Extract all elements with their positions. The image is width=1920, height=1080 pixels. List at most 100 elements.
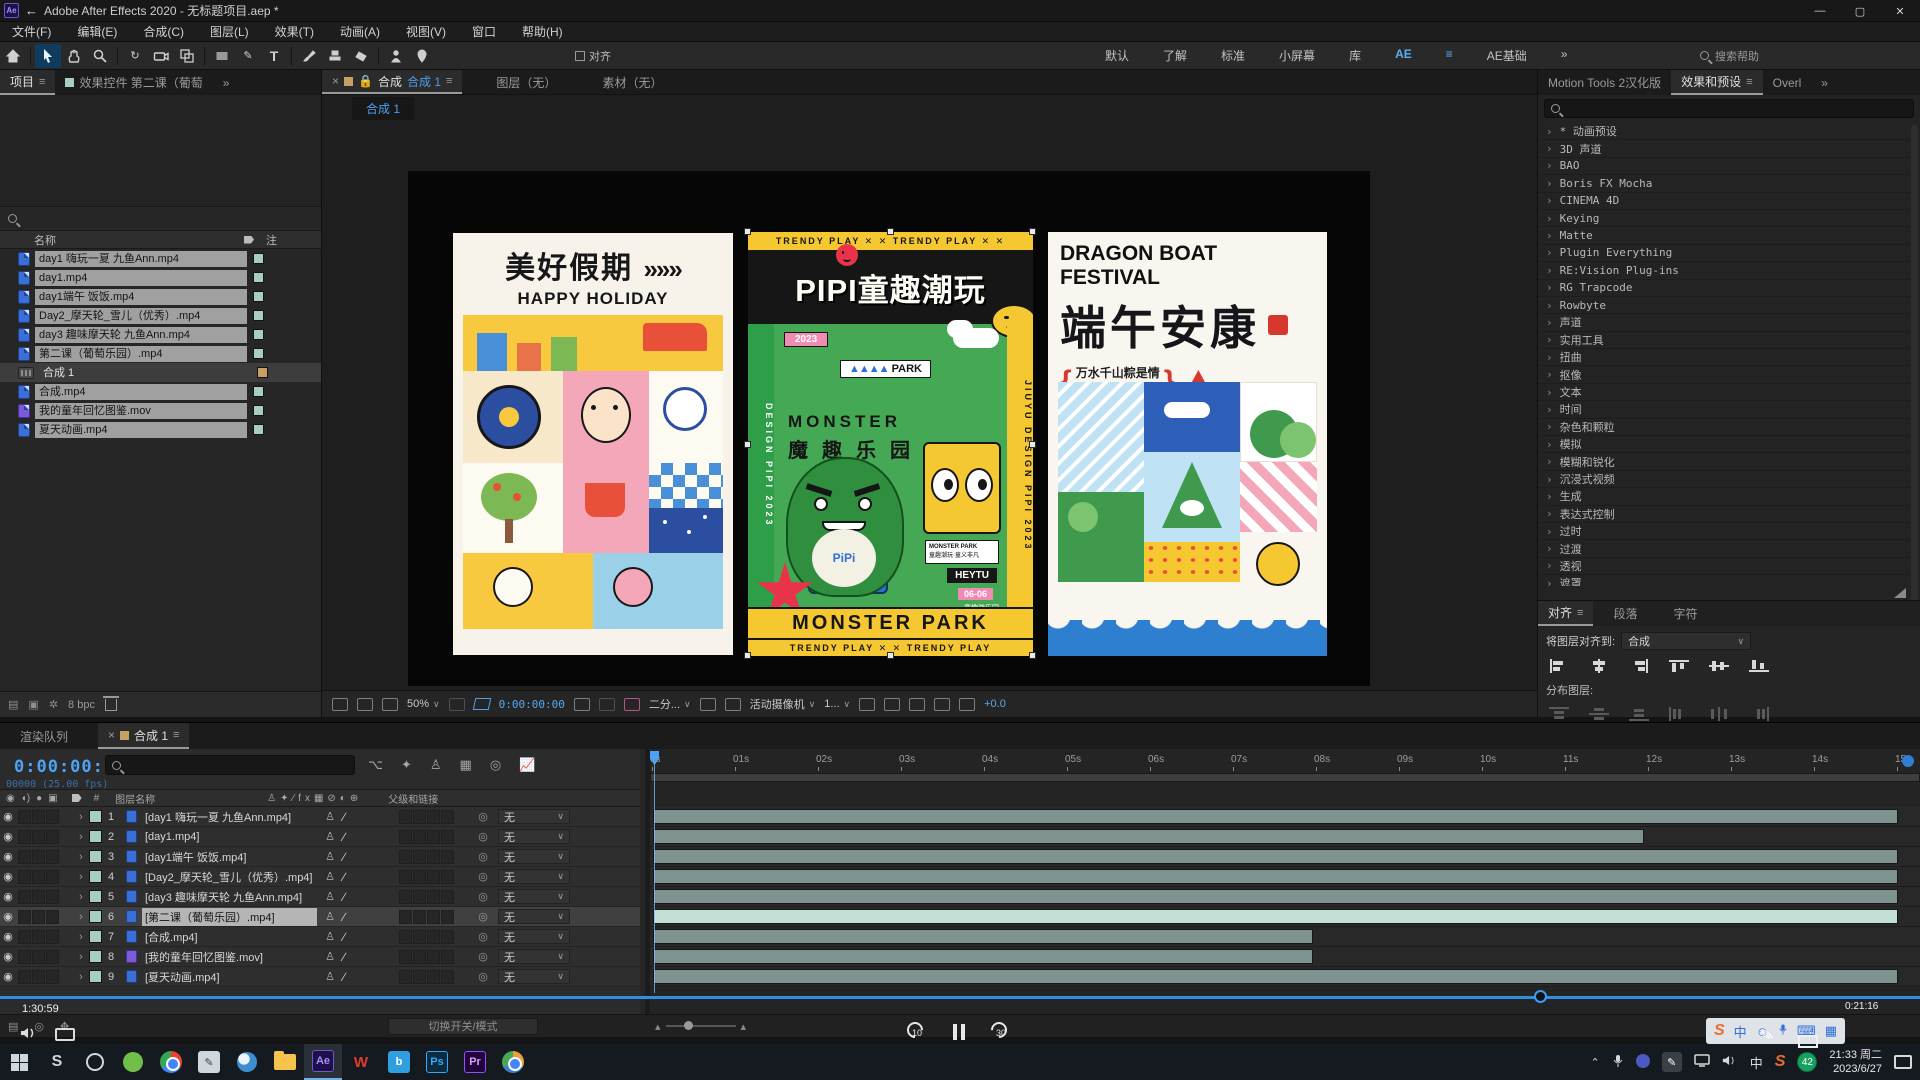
- shape-tool-icon[interactable]: [209, 44, 235, 68]
- eye-icon[interactable]: ◉: [0, 950, 16, 963]
- effect-category-row[interactable]: › CINEMA 4D: [1538, 193, 1910, 210]
- eye-icon[interactable]: ◉: [0, 930, 16, 943]
- selection-handle[interactable]: [887, 228, 894, 235]
- project-item-row[interactable]: day1端午 饭饭.mp4: [0, 287, 321, 306]
- layer-label-swatch[interactable]: [89, 850, 102, 863]
- start-button[interactable]: [0, 1044, 38, 1080]
- channels-icon[interactable]: [624, 698, 640, 711]
- expand-caret-icon[interactable]: ›: [73, 831, 89, 843]
- selection-handle[interactable]: [887, 652, 894, 659]
- close-button[interactable]: ✕: [1880, 0, 1920, 22]
- distribute-bottom-button[interactable]: [1628, 706, 1650, 722]
- scrollbar[interactable]: [1911, 125, 1918, 625]
- taskbar-sogou-icon[interactable]: S: [38, 1044, 76, 1080]
- eye-icon[interactable]: ◉: [0, 890, 16, 903]
- selection-handle[interactable]: [744, 441, 751, 448]
- chevron-right-icon[interactable]: ›: [1546, 455, 1553, 468]
- effect-category-row[interactable]: › RE:Vision Plug-ins: [1538, 262, 1910, 279]
- project-bit-depth[interactable]: 8 bpc: [68, 699, 95, 711]
- effect-category-row[interactable]: › Boris FX Mocha: [1538, 175, 1910, 192]
- chevron-right-icon[interactable]: ›: [1546, 333, 1553, 346]
- align-to-dropdown[interactable]: 合成∨: [1621, 632, 1751, 650]
- pick-whip-icon[interactable]: ◎: [468, 850, 498, 863]
- chevron-right-icon[interactable]: ›: [1546, 403, 1553, 416]
- player-volume-icon[interactable]: [20, 1026, 38, 1043]
- chevron-right-icon[interactable]: ›: [1546, 142, 1553, 155]
- chevron-right-icon[interactable]: ›: [1546, 264, 1553, 277]
- pick-whip-icon[interactable]: ◎: [468, 910, 498, 923]
- chevron-right-icon[interactable]: ›: [1546, 386, 1553, 399]
- eye-icon[interactable]: ◉: [0, 850, 16, 863]
- effect-category-row[interactable]: › 扭曲: [1538, 349, 1910, 366]
- chevron-right-icon[interactable]: ›: [1546, 281, 1553, 294]
- tray-mic-icon[interactable]: [1612, 1054, 1624, 1071]
- minimize-button[interactable]: —: [1800, 0, 1840, 22]
- player-subtitle-icon[interactable]: [55, 1028, 75, 1041]
- shy-switch-icon[interactable]: ♙: [317, 930, 343, 943]
- effect-category-row[interactable]: › 实用工具: [1538, 332, 1910, 349]
- effect-category-row[interactable]: › Plugin Everything: [1538, 245, 1910, 262]
- project-item-row[interactable]: 我的童年回忆图鉴.mov: [0, 401, 321, 420]
- composition-mini-flowchart-icon[interactable]: ⌥: [368, 757, 383, 773]
- layer-duration-bar[interactable]: [653, 849, 1898, 864]
- shy-switch-icon[interactable]: ♙: [317, 850, 343, 863]
- parent-dropdown[interactable]: 无∨: [498, 889, 570, 904]
- pick-whip-icon[interactable]: ◎: [468, 810, 498, 823]
- menu-item[interactable]: 文件(F): [12, 23, 51, 40]
- taskbar-explorer-icon[interactable]: [266, 1044, 304, 1080]
- pick-whip-icon[interactable]: ◎: [468, 970, 498, 983]
- expand-caret-icon[interactable]: ›: [73, 911, 89, 923]
- tab-overflow-icon[interactable]: »: [1811, 70, 1838, 95]
- layer-duration-lane[interactable]: [650, 947, 1920, 967]
- parent-dropdown[interactable]: 无∨: [498, 869, 570, 884]
- layer-name[interactable]: [Day2_摩天轮_雪儿（优秀）.mp4]: [142, 868, 317, 886]
- shy-switch-icon[interactable]: ♙: [317, 950, 343, 963]
- layer-label-swatch[interactable]: [89, 870, 102, 883]
- layer-duration-bar[interactable]: [653, 809, 1898, 824]
- layer-duration-lane[interactable]: [650, 907, 1920, 927]
- selection-handle[interactable]: [744, 652, 751, 659]
- chevron-right-icon[interactable]: ›: [1546, 316, 1553, 329]
- menu-item[interactable]: 编辑(E): [77, 23, 117, 40]
- label-swatch[interactable]: [253, 291, 264, 302]
- tray-expand-icon[interactable]: ⌃: [1591, 1056, 1600, 1069]
- layer-duration-lane[interactable]: [650, 827, 1920, 847]
- notification-center-icon[interactable]: [1894, 1055, 1912, 1069]
- taskbar-photoshop-icon[interactable]: Ps: [418, 1044, 456, 1080]
- close-icon[interactable]: ×: [332, 74, 339, 88]
- composition-canvas[interactable]: 美好假期 »»» HAPPY HOLIDAY: [408, 171, 1370, 686]
- chevron-right-icon[interactable]: ›: [1546, 212, 1553, 225]
- layer-duration-bar[interactable]: [653, 829, 1644, 844]
- tab-timeline-comp[interactable]: × 合成 1 ≡: [98, 723, 189, 749]
- layer-name[interactable]: [day1.mp4]: [142, 830, 317, 844]
- tab-effect-controls[interactable]: 效果控件 第二课（葡萄: [55, 70, 212, 95]
- shy-switch-icon[interactable]: ♙: [317, 890, 343, 903]
- chevron-right-icon[interactable]: ›: [1546, 125, 1553, 138]
- pick-whip-icon[interactable]: ◎: [468, 830, 498, 843]
- layer-name[interactable]: [我的童年回忆图鉴.mov]: [142, 948, 317, 966]
- chevron-right-icon[interactable]: ›: [1546, 351, 1553, 364]
- timeline-layer-row[interactable]: ◉ › 5 [day3 趣味摩天轮 九鱼Ann.mp4] ♙ ∕ ◎ 无∨: [0, 887, 640, 907]
- fast-previews-icon[interactable]: [884, 698, 900, 711]
- label-swatch[interactable]: [253, 386, 264, 397]
- effect-category-row[interactable]: › 模拟: [1538, 436, 1910, 453]
- tab-render-queue[interactable]: 渲染队列: [10, 723, 78, 749]
- timeline-search-input[interactable]: [105, 755, 355, 775]
- distribute-left-button[interactable]: [1668, 706, 1690, 722]
- transparency-grid-icon[interactable]: [725, 698, 741, 711]
- taskbar-search-icon[interactable]: [76, 1044, 114, 1080]
- layer-duration-lane[interactable]: [650, 927, 1920, 947]
- viewer-timecode[interactable]: 0:00:00:00: [499, 698, 565, 711]
- project-item-row[interactable]: 夏天动画.mp4: [0, 420, 321, 439]
- layer-label-swatch[interactable]: [89, 830, 102, 843]
- graph-editor-icon[interactable]: 📈: [519, 757, 535, 773]
- rotate-tool-icon[interactable]: ↻: [122, 44, 148, 68]
- layer-duration-bar[interactable]: [653, 949, 1313, 964]
- workspace-menu-icon[interactable]: ≡: [1446, 47, 1453, 64]
- eye-icon[interactable]: ◉: [0, 830, 16, 843]
- chevron-right-icon[interactable]: ›: [1546, 473, 1553, 486]
- ime-mic-icon[interactable]: [1778, 1023, 1788, 1039]
- mask-visibility-icon[interactable]: [472, 698, 491, 710]
- timeline-layer-row[interactable]: ◉ › 7 [合成.mp4] ♙ ∕ ◎ 无∨: [0, 927, 640, 947]
- layer-duration-lane[interactable]: [650, 967, 1920, 987]
